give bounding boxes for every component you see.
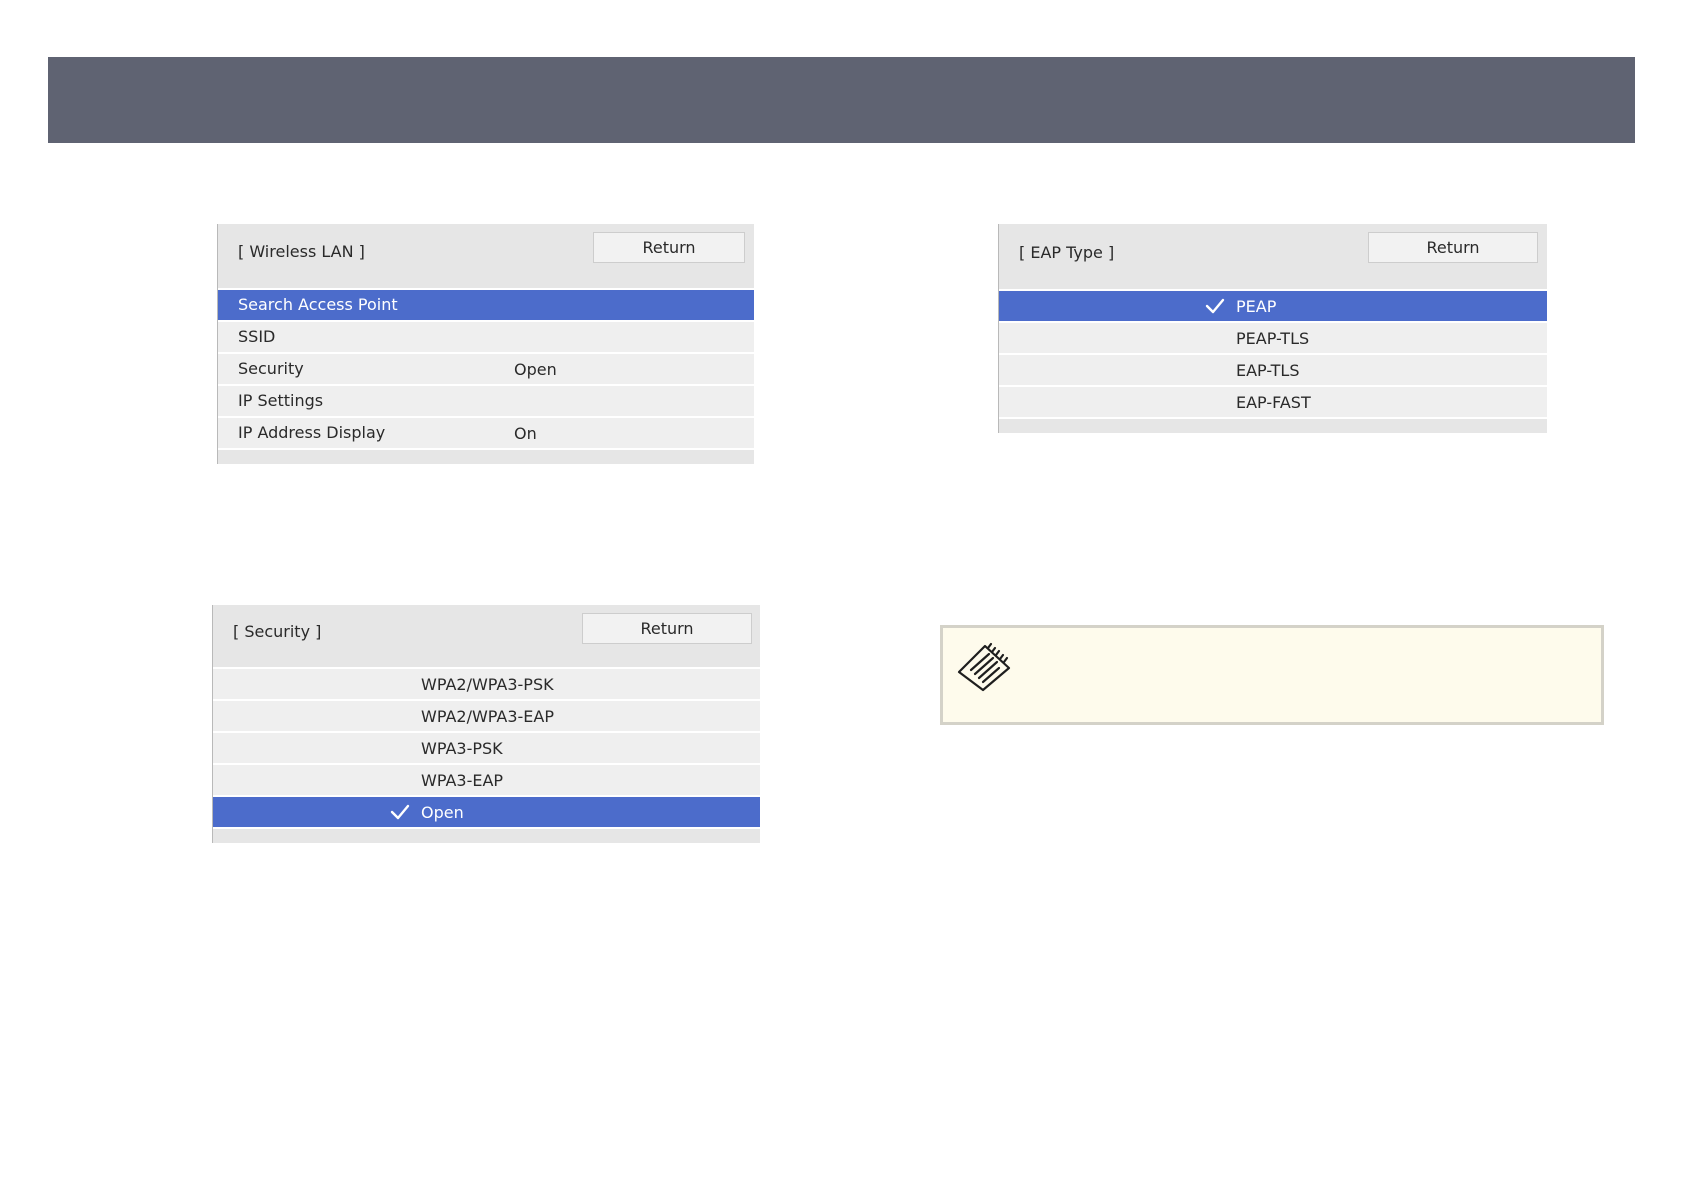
option-list: WPA2/WPA3-PSK WPA2/WPA3-EAP WPA3-PSK WPA…	[213, 667, 760, 829]
menu-item-label: IP Settings	[238, 391, 324, 410]
panel-title: [ EAP Type ]	[1019, 243, 1115, 262]
menu-item-search-access-point[interactable]: Search Access Point	[218, 290, 754, 322]
option-label: PEAP	[1236, 297, 1277, 316]
option-eap-tls[interactable]: EAP-TLS	[999, 355, 1547, 387]
note-pad-icon	[957, 642, 1011, 692]
panel-title: [ Wireless LAN ]	[238, 242, 365, 261]
panel-header: [ Security ] Return	[213, 605, 760, 667]
option-label: PEAP-TLS	[1236, 329, 1310, 348]
menu-item-label: IP Address Display	[238, 423, 386, 442]
option-wpa3-psk[interactable]: WPA3-PSK	[213, 733, 760, 765]
menu-item-security[interactable]: Security Open	[218, 354, 754, 386]
option-peap[interactable]: PEAP	[999, 291, 1547, 323]
header-bar	[48, 57, 1635, 143]
option-peap-tls[interactable]: PEAP-TLS	[999, 323, 1547, 355]
eap-type-panel: [ EAP Type ] Return PEAP PEAP-TLS EAP-TL…	[998, 224, 1547, 433]
option-label: WPA2/WPA3-PSK	[421, 675, 554, 694]
option-wpa2-wpa3-psk[interactable]: WPA2/WPA3-PSK	[213, 669, 760, 701]
menu-item-value: Open	[514, 360, 557, 379]
panel-footer	[213, 829, 760, 843]
panel-header: [ Wireless LAN ] Return	[218, 224, 754, 288]
menu-list: Search Access Point SSID Security Open I…	[218, 288, 754, 450]
option-eap-fast[interactable]: EAP-FAST	[999, 387, 1547, 419]
menu-item-ip-settings[interactable]: IP Settings	[218, 386, 754, 418]
menu-item-label: SSID	[238, 327, 276, 346]
security-panel: [ Security ] Return WPA2/WPA3-PSK WPA2/W…	[212, 605, 760, 843]
checkmark-icon	[390, 804, 410, 820]
option-list: PEAP PEAP-TLS EAP-TLS EAP-FAST	[999, 289, 1547, 419]
note-box	[940, 625, 1604, 725]
panel-title: [ Security ]	[233, 622, 322, 641]
option-label: EAP-TLS	[1236, 361, 1300, 380]
option-open[interactable]: Open	[213, 797, 760, 829]
option-wpa2-wpa3-eap[interactable]: WPA2/WPA3-EAP	[213, 701, 760, 733]
wireless-lan-panel: [ Wireless LAN ] Return Search Access Po…	[217, 224, 754, 464]
return-button[interactable]: Return	[593, 232, 745, 263]
option-label: WPA3-PSK	[421, 739, 503, 758]
menu-item-ip-address-display[interactable]: IP Address Display On	[218, 418, 754, 450]
option-label: WPA2/WPA3-EAP	[421, 707, 555, 726]
return-button[interactable]: Return	[582, 613, 752, 644]
option-label: WPA3-EAP	[421, 771, 504, 790]
checkmark-icon	[1205, 298, 1225, 314]
panel-footer	[218, 450, 754, 464]
menu-item-ssid[interactable]: SSID	[218, 322, 754, 354]
menu-item-value: On	[514, 424, 537, 443]
return-button[interactable]: Return	[1368, 232, 1538, 263]
option-wpa3-eap[interactable]: WPA3-EAP	[213, 765, 760, 797]
menu-item-label: Security	[238, 359, 304, 378]
panel-header: [ EAP Type ] Return	[999, 224, 1547, 289]
option-label: EAP-FAST	[1236, 393, 1311, 412]
option-label: Open	[421, 803, 464, 822]
menu-item-label: Search Access Point	[238, 295, 398, 314]
panel-footer	[999, 419, 1547, 433]
